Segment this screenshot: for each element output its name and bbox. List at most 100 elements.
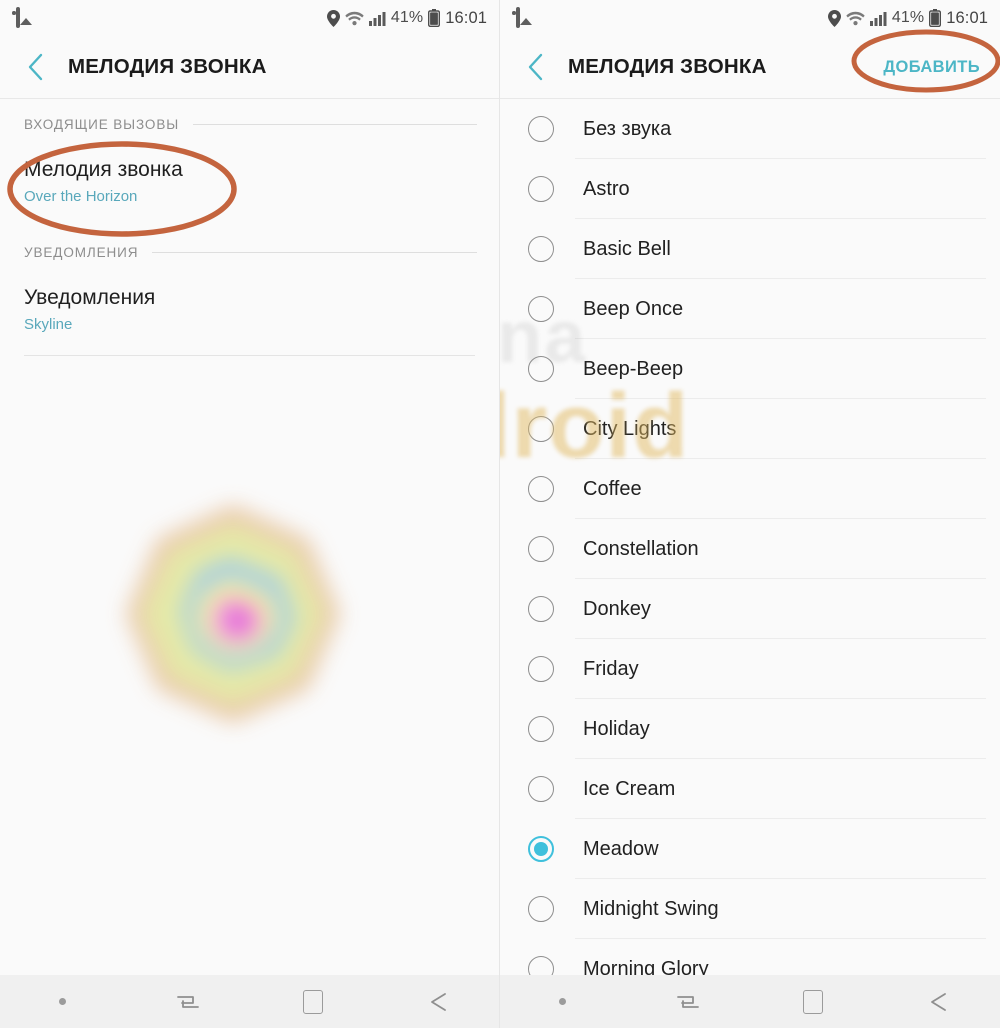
ringtone-label: Ice Cream [583,777,676,800]
ringtone-row[interactable]: Без звука [500,99,1000,159]
ringtone-row[interactable]: Ice Cream [500,759,1000,819]
back-arrow-icon [926,991,950,1013]
nav-recents-button[interactable] [625,975,750,1028]
setting-subtitle: Over the Horizon [24,188,138,206]
radio-button-icon[interactable] [528,296,554,322]
ringtone-label: Midnight Swing [583,897,719,920]
battery-icon [929,9,942,28]
radio-button-icon[interactable] [528,356,554,382]
setting-row-ringtone[interactable]: Мелодия звонка Over the Horizon [0,132,499,227]
ringtone-row[interactable]: Morning Glory [500,939,1000,975]
nav-home-button[interactable] [750,975,875,1028]
right-phone-panel: 41% 16:01 МЕЛОДИЯ ЗВОНКА ДОБАВИТЬ Без зв… [500,0,1000,1028]
screenshot-root: 41% 16:01 МЕЛОДИЯ ЗВОНКА ВХОДЯЩИЕ ВЫЗОВЫ… [0,0,1000,1028]
signal-bars-icon [368,11,386,26]
radio-button-icon[interactable] [528,476,554,502]
ringtone-label: Donkey [583,597,651,620]
ringtone-label: Beep Once [583,297,684,320]
ringtone-row[interactable]: Meadow [500,819,1000,879]
wifi-icon [345,10,364,26]
signal-bars-icon [869,11,887,26]
ringtone-label: Morning Glory [583,957,709,976]
ringtone-label: Astro [583,177,630,200]
battery-icon [428,9,441,28]
ringtone-label: Friday [583,657,639,680]
nav-notification-dot[interactable] [0,975,125,1028]
nav-bar-right [500,975,1000,1028]
radio-button-icon[interactable] [528,176,554,202]
ringtone-label: Beep-Beep [583,357,684,380]
ringtone-label: Без звука [583,117,672,140]
section-rule [152,252,477,254]
ringtone-row[interactable]: Midnight Swing [500,879,1000,939]
section-label: ВХОДЯЩИЕ ВЫЗОВЫ [24,117,180,132]
ringtone-row[interactable]: City Lights [500,399,1000,459]
location-pin-icon [827,9,841,27]
radio-button-icon[interactable] [528,656,554,682]
ringtone-label: Constellation [583,537,699,560]
back-chevron-icon[interactable] [18,50,52,84]
ringtone-row[interactable]: Basic Bell [500,219,1000,279]
setting-subtitle: Skyline [24,316,73,334]
nav-bar-left [0,975,499,1028]
radio-button-icon[interactable] [528,236,554,262]
status-bar-right-icons: 41% 16:01 [827,8,988,28]
section-rule [193,124,477,125]
section-header-incoming-calls: ВХОДЯЩИЕ ВЫЗОВЫ [0,99,499,132]
notification-dot-icon [59,998,66,1005]
ringtone-row[interactable]: Donkey [500,579,1000,639]
back-arrow-icon [426,991,450,1013]
radio-button-selected-icon[interactable] [528,836,554,862]
ringtone-row[interactable]: Beep-Beep [500,339,1000,399]
radio-button-icon[interactable] [528,116,554,142]
nav-back-button[interactable] [875,975,1000,1028]
radio-button-icon[interactable] [528,596,554,622]
radio-button-icon[interactable] [528,956,554,975]
setting-title: Уведомления [24,286,156,310]
back-chevron-icon[interactable] [518,50,552,84]
ringtone-row[interactable]: Beep Once [500,279,1000,339]
section-label: УВЕДОМЛЕНИЯ [24,245,139,261]
ringtone-list[interactable]: Без звука Astro Basic Bell Beep Once Beep-Be… [500,99,1000,975]
ringtone-label: Coffee [583,477,642,500]
nav-recents-button[interactable] [125,975,250,1028]
page-title: МЕЛОДИЯ ЗВОНКА [568,55,767,78]
ringtone-row[interactable]: Holiday [500,699,1000,759]
decorative-spiral-graphic [118,499,348,729]
radio-button-icon[interactable] [528,896,554,922]
radio-button-icon[interactable] [528,776,554,802]
recents-icon [176,991,200,1013]
settings-body: ВХОДЯЩИЕ ВЫЗОВЫ Мелодия звонка Over the … [0,99,499,975]
app-bar-right: МЕЛОДИЯ ЗВОНКА ДОБАВИТЬ [500,36,1000,98]
radio-button-icon[interactable] [528,536,554,562]
recents-icon [676,991,700,1013]
left-phone-panel: 41% 16:01 МЕЛОДИЯ ЗВОНКА ВХОДЯЩИЕ ВЫЗОВЫ… [0,0,500,1028]
radio-button-icon[interactable] [528,416,554,442]
ringtone-row[interactable]: Coffee [500,459,1000,519]
clock-label: 16:01 [445,8,487,27]
ringtone-row[interactable]: Astro [500,159,1000,219]
ringtone-row[interactable]: Constellation [500,519,1000,579]
page-title: МЕЛОДИЯ ЗВОНКА [68,55,267,78]
add-button[interactable]: ДОБАВИТЬ [883,58,986,77]
ringtone-label: City Lights [583,417,677,440]
battery-percent-label: 41% [390,9,424,26]
clock-label: 16:01 [946,8,988,27]
wifi-icon [846,10,865,26]
nav-home-button[interactable] [250,975,375,1028]
home-icon [302,989,323,1014]
ringtone-label: Basic Bell [583,237,671,260]
setting-title: Мелодия звонка [24,158,183,181]
ringtone-row[interactable]: Friday [500,639,1000,699]
ringtone-label: Holiday [583,717,650,740]
nav-back-button[interactable] [375,975,499,1028]
location-pin-icon [326,9,340,27]
status-bar-right-icons: 41% 16:01 [326,8,487,28]
radio-button-icon[interactable] [528,716,554,742]
setting-row-notification[interactable]: Уведомления Skyline [0,260,499,355]
section-header-notifications: УВЕДОМЛЕНИЯ [0,227,499,260]
nav-notification-dot[interactable] [500,975,625,1028]
home-icon [802,989,823,1014]
ringtone-label: Meadow [583,837,659,860]
status-bar-left: 41% 16:01 [0,0,499,36]
